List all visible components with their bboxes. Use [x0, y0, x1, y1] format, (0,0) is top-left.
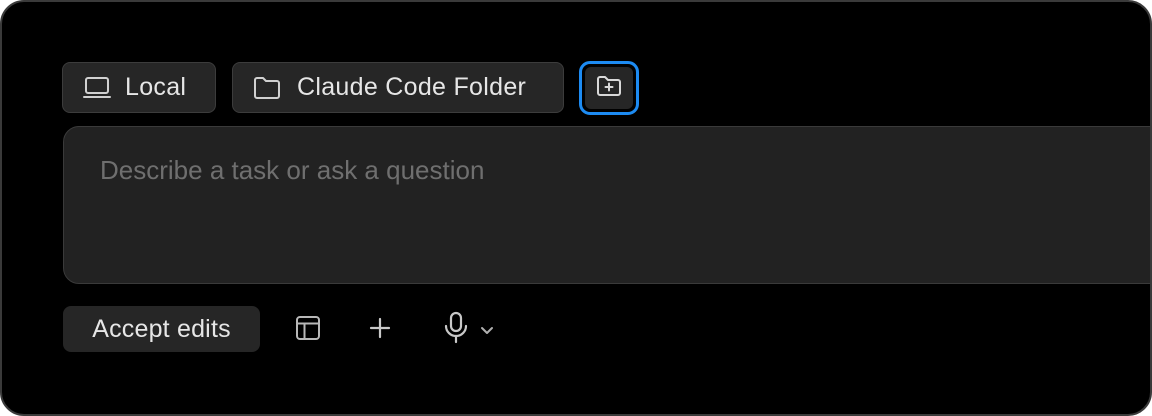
layout-button[interactable]	[290, 314, 326, 346]
prompt-box[interactable]	[63, 126, 1150, 284]
prompt-input[interactable]	[100, 155, 1100, 186]
app-window: Local Claude Code Folder Accept edits	[0, 0, 1152, 416]
laptop-icon	[83, 76, 111, 100]
folder-icon	[253, 76, 281, 100]
add-folder-button[interactable]	[579, 61, 639, 115]
environment-label: Local	[125, 73, 187, 101]
accept-edits-label: Accept edits	[92, 314, 231, 343]
add-button[interactable]	[364, 314, 396, 346]
add-folder-button-surface[interactable]	[585, 67, 633, 109]
voice-input-button[interactable]	[436, 311, 500, 350]
plus-icon	[368, 316, 392, 345]
accept-edits-button[interactable]: Accept edits	[63, 306, 260, 352]
environment-selector[interactable]: Local	[62, 62, 216, 113]
layout-icon	[295, 315, 321, 346]
folder-plus-icon	[596, 75, 622, 102]
folder-selector[interactable]: Claude Code Folder	[232, 62, 564, 113]
chevron-down-icon	[479, 324, 495, 336]
microphone-icon	[441, 311, 471, 350]
folder-label: Claude Code Folder	[297, 73, 527, 101]
